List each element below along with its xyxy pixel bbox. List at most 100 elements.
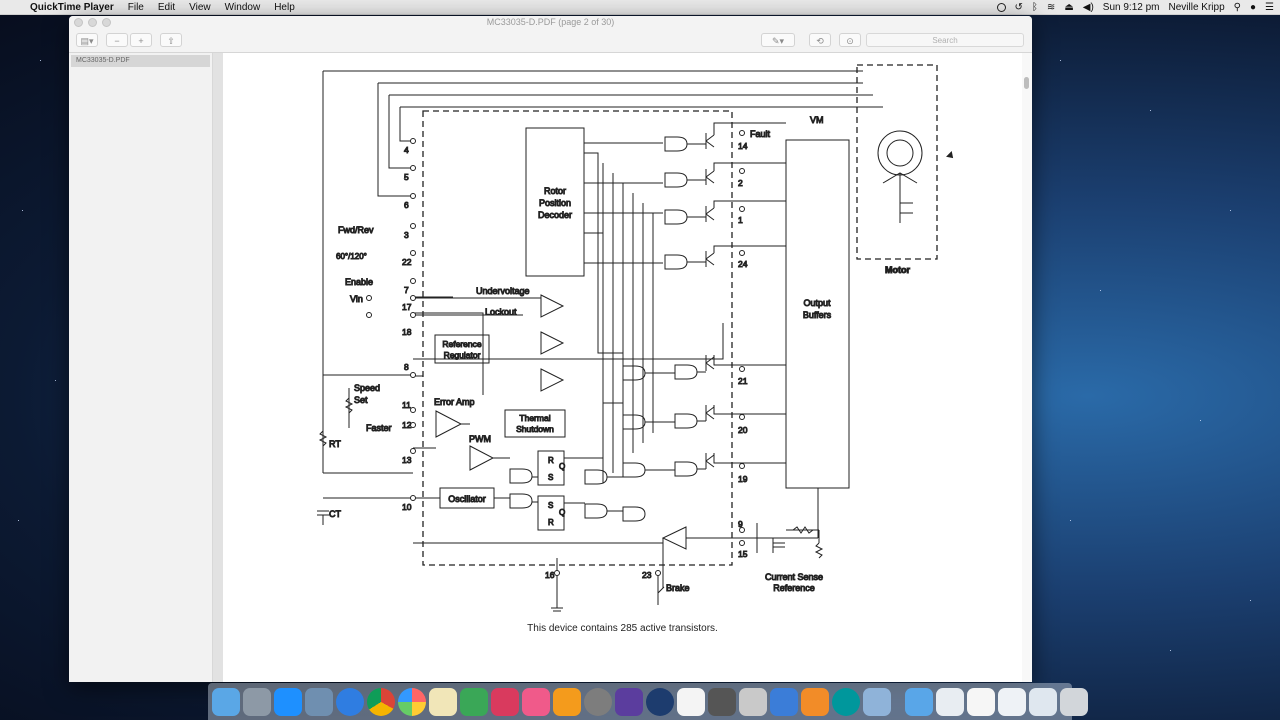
dock-system-preferences-icon[interactable] — [584, 687, 612, 716]
dock-photos-icon[interactable] — [398, 687, 426, 716]
dock-itunes-icon[interactable] — [522, 687, 550, 716]
svg-text:10: 10 — [402, 502, 412, 512]
time-machine-icon[interactable]: ↺ — [1015, 2, 1023, 13]
wifi-icon[interactable]: ≋ — [1047, 2, 1055, 13]
menu-app-name[interactable]: QuickTime Player — [26, 2, 121, 13]
dock-database-icon[interactable] — [739, 687, 767, 716]
spotlight-icon[interactable]: ⚲ — [1234, 2, 1241, 13]
dock-calculator-icon[interactable] — [708, 687, 736, 716]
dock-fusion-icon[interactable] — [801, 687, 829, 716]
sidebar-item-document[interactable]: MC33035-D.PDF — [71, 55, 210, 67]
dock-textedit-icon[interactable] — [677, 687, 705, 716]
status-area: ↺ ᛒ ≋ ⏏ ◀) Sun 9:12 pm Neville Kripp ⚲ ●… — [996, 0, 1274, 14]
svg-text:14: 14 — [738, 141, 748, 151]
svg-text:3: 3 — [404, 230, 409, 240]
menu-edit[interactable]: Edit — [151, 2, 182, 13]
notification-center-icon[interactable]: ☰ — [1265, 2, 1274, 13]
zoom-out-button[interactable]: − — [106, 33, 128, 47]
markup-button[interactable]: ✎▾ — [761, 33, 795, 47]
motor-symbol — [877, 130, 923, 176]
title-bar[interactable]: MC33035-D.PDF (page 2 of 30) — [69, 16, 1032, 30]
svg-text:13: 13 — [402, 455, 412, 465]
svg-text:15: 15 — [738, 549, 748, 559]
svg-text:8: 8 — [404, 362, 409, 372]
user-name[interactable]: Neville Kripp — [1169, 2, 1225, 13]
annotate-button[interactable]: ⊙ — [839, 33, 861, 47]
dock-preview-icon[interactable] — [305, 687, 333, 716]
dock-documents-folder-icon[interactable] — [905, 687, 933, 716]
sidebar-toggle-button[interactable]: ▤▾ — [76, 33, 98, 47]
dock-notes-icon[interactable] — [429, 687, 457, 716]
label-thermal-1: Thermal — [519, 413, 550, 423]
label-rotor-1: Rotor — [544, 186, 566, 196]
scroll-thumb[interactable] — [1024, 77, 1029, 89]
dock-downloads-icon[interactable] — [936, 687, 964, 716]
menu-window[interactable]: Window — [218, 2, 268, 13]
dock-safari-icon[interactable] — [336, 687, 364, 716]
menu-bar: QuickTime Player File Edit View Window H… — [0, 0, 1280, 15]
label-latch-s1: S — [548, 473, 553, 482]
label-fault: Fault — [750, 129, 771, 139]
siri-icon[interactable]: ● — [1250, 2, 1256, 13]
dock-file-1-icon[interactable] — [967, 687, 995, 716]
menu-view[interactable]: View — [182, 2, 218, 13]
dock-file-2-icon[interactable] — [998, 687, 1026, 716]
label-vm: VM — [810, 115, 824, 125]
dock-numbers-icon[interactable] — [460, 687, 488, 716]
zoom-in-button[interactable]: + — [130, 33, 152, 47]
dock-finder-icon[interactable] — [212, 687, 240, 716]
label-motor: Motor — [885, 265, 910, 275]
dock-image-capture-icon[interactable] — [863, 687, 891, 716]
svg-text:5: 5 — [404, 172, 409, 182]
eject-icon[interactable]: ⏏ — [1064, 2, 1073, 13]
sidebar-divider[interactable] — [213, 53, 223, 682]
rotate-button[interactable]: ⟲ — [809, 33, 831, 47]
svg-text:9: 9 — [738, 519, 743, 529]
label-oscillator: Oscillator — [448, 494, 486, 504]
vertical-scrollbar[interactable] — [1022, 53, 1032, 682]
svg-text:17: 17 — [402, 302, 412, 312]
share-button[interactable]: ⇧ — [160, 33, 182, 47]
dock-imovie-icon[interactable] — [615, 687, 643, 716]
window-title: MC33035-D.PDF (page 2 of 30) — [486, 17, 615, 27]
label-vin: Vin — [350, 294, 363, 304]
svg-text:23: 23 — [642, 570, 652, 580]
dock-launchpad-icon[interactable] — [243, 687, 271, 716]
bluetooth-icon[interactable]: ᛒ — [1032, 2, 1038, 13]
dock-arduino-icon[interactable] — [832, 687, 860, 716]
clock[interactable]: Sun 9:12 pm — [1103, 2, 1160, 13]
dock-ibooks-icon[interactable] — [553, 687, 581, 716]
label-fwd-rev: Fwd/Rev — [338, 225, 374, 235]
label-latch-s2: S — [548, 501, 553, 510]
menu-help[interactable]: Help — [267, 2, 302, 13]
dock-app-store-icon[interactable] — [274, 687, 302, 716]
block-diagram: Fault VM Motor Rotor Position Decoder Fw… — [317, 64, 938, 612]
svg-text:6: 6 — [404, 200, 409, 210]
preview-window: MC33035-D.PDF (page 2 of 30) ▤▾ − + ⇧ ✎▾… — [69, 16, 1032, 682]
output-transistors — [705, 133, 715, 469]
dock-trash-icon[interactable] — [1060, 687, 1088, 716]
volume-icon[interactable]: ◀) — [1083, 2, 1094, 13]
label-pwm: PWM — [469, 434, 491, 444]
search-input[interactable]: Search — [866, 33, 1024, 47]
label-set: Set — [354, 395, 368, 405]
svg-text:24: 24 — [738, 259, 748, 269]
record-icon[interactable] — [996, 2, 1006, 12]
svg-text:21: 21 — [738, 376, 748, 386]
label-current-sense-2: Reference — [773, 583, 815, 593]
dock-file-3-icon[interactable] — [1029, 687, 1057, 716]
svg-text:19: 19 — [738, 474, 748, 484]
pdf-page: Fault VM Motor Rotor Position Decoder Fw… — [223, 53, 1022, 682]
label-rt: RT — [329, 439, 341, 449]
menu-file[interactable]: File — [121, 2, 151, 13]
dock-xcode-icon[interactable] — [770, 687, 798, 716]
dock-quicktime-icon[interactable] — [646, 687, 674, 716]
label-error-amp: Error Amp — [434, 397, 475, 407]
dock-chrome-icon[interactable] — [367, 687, 395, 716]
svg-text:12: 12 — [402, 420, 412, 430]
label-output-1: Output — [803, 298, 831, 308]
svg-text:11: 11 — [402, 400, 411, 410]
dock-messages-icon[interactable] — [491, 687, 519, 716]
label-ref-1: Reference — [442, 339, 481, 349]
motor-box — [856, 64, 938, 260]
